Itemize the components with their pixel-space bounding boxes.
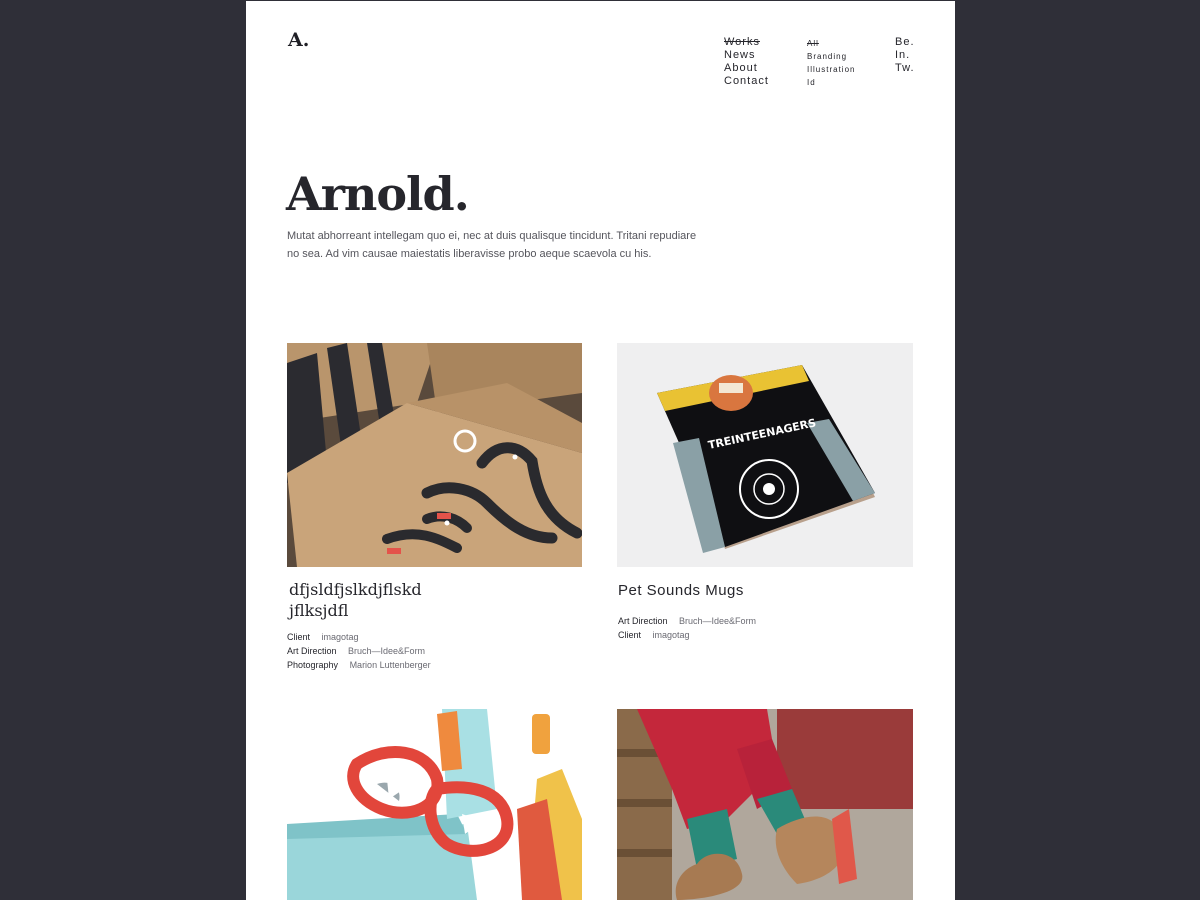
social-links: Be. In. Tw. <box>895 36 915 75</box>
glasses-illustration <box>287 709 582 900</box>
meta-key: Art Direction <box>618 616 668 626</box>
main-nav: Works News About Contact <box>724 36 769 88</box>
logo[interactable]: A. <box>288 29 309 51</box>
book-illustration: TREINTEENAGERS <box>617 343 913 567</box>
social-twitter[interactable]: Tw. <box>895 62 915 75</box>
work-title-1-line2: jflksjdfl <box>289 601 349 620</box>
meta-value: imagotag <box>321 632 359 642</box>
work-title-1-line1: dfjsldfjslkdjflskd <box>289 580 422 599</box>
meta-row: Client imagotag <box>618 628 756 642</box>
socks-illustration <box>617 709 913 900</box>
meta-value: imagotag <box>652 630 690 640</box>
work-image-book[interactable]: TREINTEENAGERS <box>617 343 913 567</box>
meta-row: Photography Marion Luttenberger <box>287 658 431 672</box>
meta-row: Art Direction Bruch—Idee&Form <box>618 614 756 628</box>
meta-key: Art Direction <box>287 646 337 656</box>
work-title-1[interactable]: dfjsldfjslkdjflskd jflksjdfl <box>289 579 489 621</box>
filter-id[interactable]: Id <box>807 76 855 89</box>
meta-row: Art Direction Bruch—Idee&Form <box>287 644 431 658</box>
filter-illustration[interactable]: Illustration <box>807 63 855 76</box>
meta-value: Marion Luttenberger <box>349 660 431 670</box>
work-image-glasses[interactable] <box>287 709 582 900</box>
social-behance[interactable]: Be. <box>895 36 915 49</box>
meta-key: Photography <box>287 660 339 670</box>
nav-about[interactable]: About <box>724 62 769 75</box>
category-filter: All Branding Illustration Id <box>807 37 855 89</box>
meta-row: Client imagotag <box>287 630 431 644</box>
meta-key: Client <box>618 630 642 640</box>
page: A. Works News About Contact All Branding… <box>246 1 955 900</box>
hero-description: Mutat abhorreant intellegam quo ei, nec … <box>287 230 697 260</box>
work-meta-2: Art Direction Bruch—Idee&Form Client ima… <box>618 614 756 642</box>
work-image-socks[interactable] <box>617 709 913 900</box>
nav-contact[interactable]: Contact <box>724 75 769 88</box>
hero-title: Arnold. <box>286 167 470 221</box>
work-meta-1: Client imagotag Art Direction Bruch—Idee… <box>287 630 431 672</box>
filter-branding[interactable]: Branding <box>807 50 855 63</box>
work-title-2[interactable]: Pet Sounds Mugs <box>618 582 744 599</box>
work-image-packaging[interactable] <box>287 343 582 567</box>
filter-all[interactable]: All <box>807 37 855 50</box>
social-instagram[interactable]: In. <box>895 49 915 62</box>
nav-news[interactable]: News <box>724 49 769 62</box>
meta-value: Bruch—Idee&Form <box>679 616 757 626</box>
packaging-illustration <box>287 343 582 567</box>
meta-value: Bruch—Idee&Form <box>348 646 426 656</box>
meta-key: Client <box>287 632 311 642</box>
nav-works[interactable]: Works <box>724 36 769 49</box>
